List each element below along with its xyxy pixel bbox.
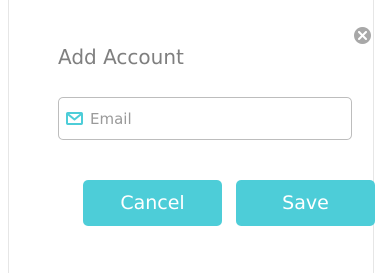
cancel-button[interactable]: Cancel [83, 180, 222, 226]
save-button[interactable]: Save [236, 180, 375, 226]
add-account-dialog: Add Account Cancel Save [8, 0, 375, 273]
close-button[interactable] [354, 27, 371, 44]
save-button-label: Save [282, 192, 329, 214]
envelope-icon [66, 112, 83, 125]
email-input[interactable] [90, 109, 330, 128]
close-icon [358, 31, 367, 40]
dialog-title: Add Account [58, 45, 184, 69]
email-field[interactable] [58, 97, 352, 140]
cancel-button-label: Cancel [120, 192, 185, 214]
